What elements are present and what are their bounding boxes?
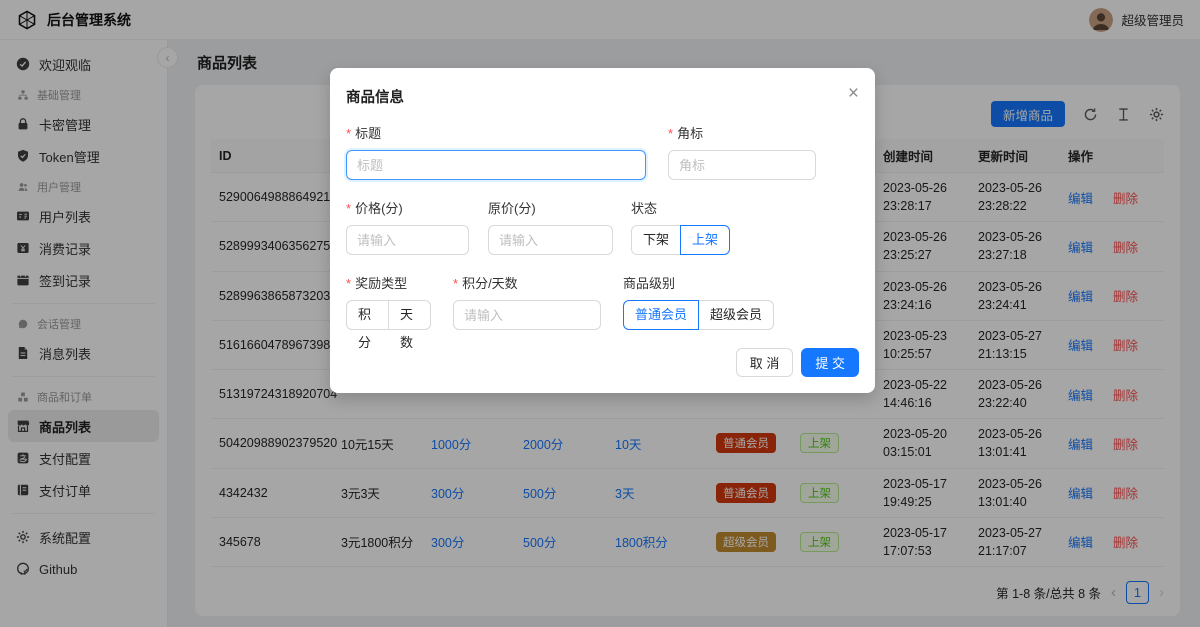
reward-type-field-label: *奖励类型: [346, 273, 431, 292]
submit-button[interactable]: 提 交: [801, 348, 859, 377]
reward-type-segmented: 积分 天数: [346, 300, 431, 330]
status-field-label: 状态: [631, 198, 730, 217]
origin-price-input[interactable]: [488, 225, 613, 255]
cancel-button[interactable]: 取 消: [736, 348, 794, 377]
modal-title: 商品信息: [346, 86, 404, 107]
status-option-off-shelf[interactable]: 下架: [631, 225, 681, 255]
origin-price-field-label: 原价(分): [488, 198, 613, 217]
points-field-label: *积分/天数: [453, 273, 601, 292]
title-field-label: *标题: [346, 123, 646, 142]
badge-field-label: *角标: [668, 123, 816, 142]
status-segmented: 下架 上架: [631, 225, 730, 255]
level-segmented: 普通会员 超级会员: [623, 300, 774, 330]
level-option-normal[interactable]: 普通会员: [623, 300, 699, 330]
badge-input[interactable]: [668, 150, 816, 180]
points-input[interactable]: [453, 300, 601, 330]
price-input[interactable]: [346, 225, 469, 255]
reward-option-points[interactable]: 积分: [346, 300, 389, 330]
level-option-super[interactable]: 超级会员: [698, 300, 774, 330]
status-option-on-shelf[interactable]: 上架: [680, 225, 730, 255]
title-input[interactable]: [346, 150, 646, 180]
reward-option-days[interactable]: 天数: [388, 300, 431, 330]
level-field-label: 商品级别: [623, 273, 774, 292]
price-field-label: *价格(分): [346, 198, 469, 217]
product-info-modal: 商品信息 × *标题 *角标 *价格(分) 原价(分) 状态 下架 上架: [330, 68, 875, 393]
close-icon[interactable]: ×: [848, 84, 859, 103]
